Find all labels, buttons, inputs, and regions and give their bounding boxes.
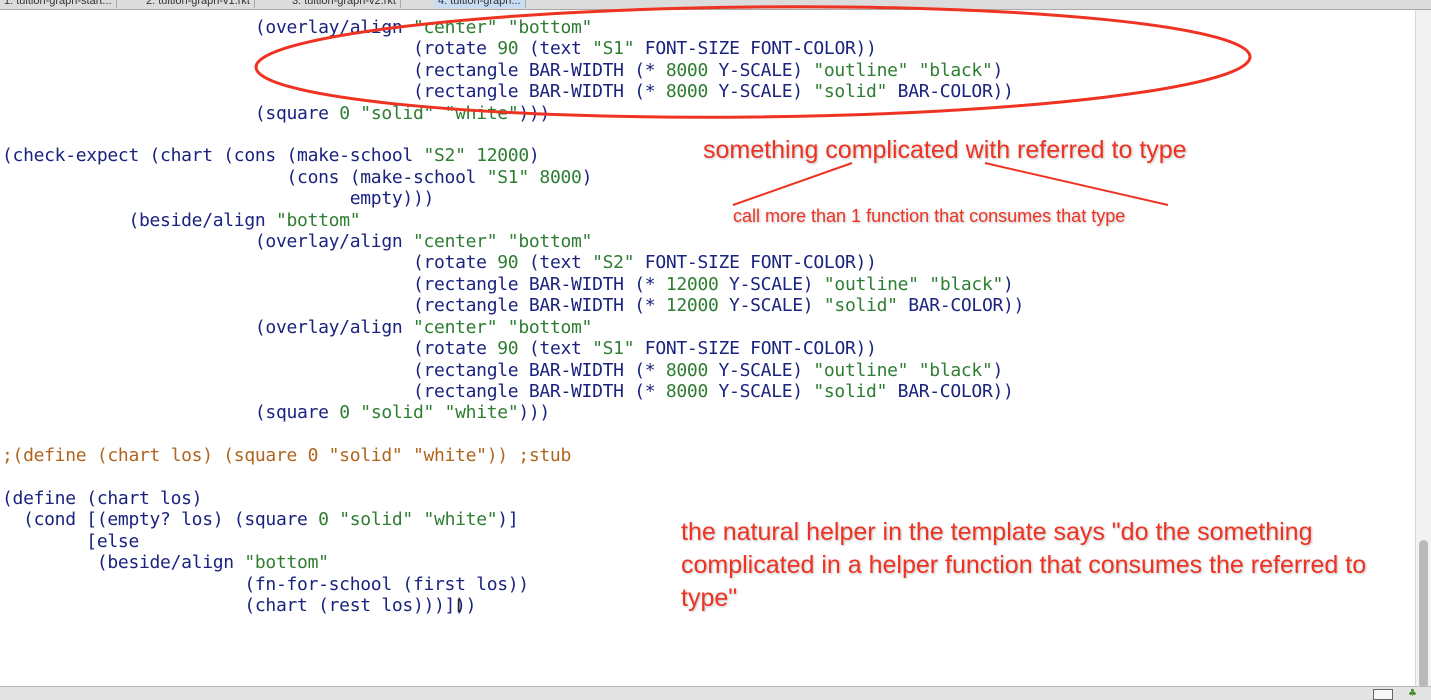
code-text[interactable]: (overlay/align "center" "bottom" (rotate…: [2, 17, 1024, 616]
definitions-editor[interactable]: (overlay/align "center" "bottom" (rotate…: [0, 10, 1416, 686]
status-bar: ♣: [0, 686, 1431, 700]
vertical-scrollbar[interactable]: [1415, 10, 1431, 688]
tab-1[interactable]: 1: tuition-graph-start...: [0, 0, 117, 8]
ibeam-cursor-icon: I: [456, 596, 462, 617]
tab-4[interactable]: 4: tuition-graph...: [434, 0, 526, 8]
gc-indicator-icon: [1373, 689, 1393, 700]
tab-bar: 1: tuition-graph-start... 2: tuition-gra…: [0, 0, 1431, 10]
scrollbar-thumb[interactable]: [1419, 540, 1428, 688]
tab-3[interactable]: 3: tuition-graph-v2.rkt: [288, 0, 401, 8]
status-glyph-icon: ♣: [1408, 688, 1417, 699]
tab-2[interactable]: 2: tuition-graph-v1.rkt: [142, 0, 255, 8]
